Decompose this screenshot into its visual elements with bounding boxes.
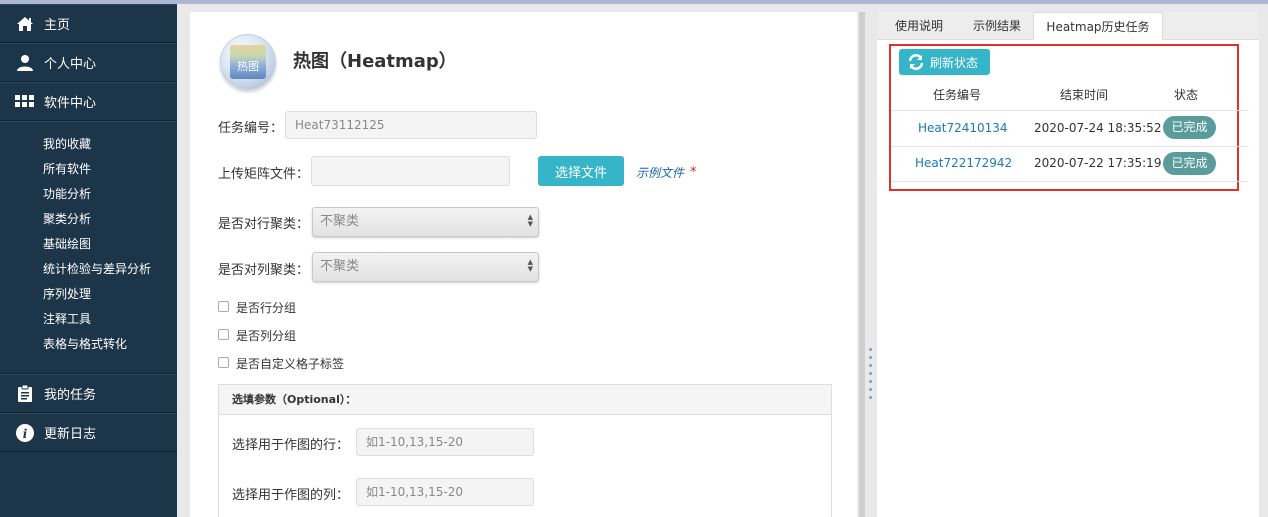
sidebar-subitem[interactable]: 所有软件 [0,157,177,182]
software-submenu: 我的收藏 所有软件 功能分析 聚类分析 基础绘图 统计检验与差异分析 序列处理 … [0,121,177,374]
sidebar-subitem[interactable]: 序列处理 [0,282,177,307]
sidebar-item-personal[interactable]: 个人中心 [0,43,177,82]
end-time: 2020-07-22 17:35:19 [1034,156,1162,170]
col-cluster-select[interactable]: 不聚类 ▲ ▼ [312,252,539,282]
sidebar-item-label: 个人中心 [44,57,97,72]
page-title: 热图（Heatmap） [293,51,457,72]
required-mark: * [690,165,697,180]
status-badge: 已完成 [1163,116,1216,139]
col-cluster-value: 不聚类 [320,259,360,274]
row-divider [891,181,1247,182]
clipboard-icon [15,384,35,404]
refresh-status-button[interactable]: 刷新状态 [899,49,990,75]
tab-instructions[interactable]: 使用说明 [889,12,949,40]
tab-bar: 使用说明 示例结果 Heatmap历史任务 [877,12,1259,40]
row-cluster-select[interactable]: 不聚类 ▲ ▼ [312,207,539,237]
row-divider [891,110,1247,111]
panel-splitter[interactable] [859,12,865,517]
rows-label: 选择用于作图的行： [232,438,350,453]
header-status: 状态 [1174,88,1199,102]
custom-label-label: 是否自定义格子标签 [236,357,345,371]
grid-icon [15,92,35,112]
sidebar-subitem[interactable]: 统计检验与差异分析 [0,257,177,282]
task-id-link[interactable]: Heat722172942 [915,156,1012,170]
example-file-link[interactable]: 示例文件 [636,164,684,181]
logo-text: 热图 [230,45,266,79]
sidebar-subitem[interactable]: 表格与格式转化 [0,332,177,357]
row-cluster-label: 是否对行聚类： [218,217,310,232]
row-group-checkbox[interactable] [218,301,229,312]
rows-input[interactable]: 如1-10,13,15-20 [356,428,534,456]
select-arrows-icon: ▲ ▼ [527,213,533,228]
sidebar-item-label: 我的任务 [44,388,97,403]
heatmap-form-panel: 热图 热图（Heatmap） 任务编号： Heat73112125 上传矩阵文件… [190,12,857,517]
sidebar-item-software[interactable]: 软件中心 [0,82,177,121]
status-badge: 已完成 [1163,152,1216,175]
upload-label: 上传矩阵文件： [218,167,310,182]
col-group-checkbox[interactable] [218,329,229,340]
file-path-field[interactable] [311,156,510,186]
task-id-field[interactable]: Heat73112125 [285,111,537,139]
select-arrows-icon: ▲ ▼ [527,258,533,273]
choose-file-button[interactable]: 选择文件 [538,156,624,186]
top-accent-line [0,0,1268,4]
cols-input[interactable]: 如1-10,13,15-20 [356,478,534,506]
header-task-id: 任务编号 [933,88,982,102]
optional-params-title: 选填参数（Optional）： [219,385,831,415]
row-group-label: 是否行分组 [236,301,297,315]
sidebar-subitem[interactable]: 功能分析 [0,182,177,207]
tab-example-results[interactable]: 示例结果 [966,12,1028,40]
refresh-label: 刷新状态 [930,55,979,70]
sidebar-subitem[interactable]: 聚类分析 [0,207,177,232]
user-icon [15,53,35,73]
col-group-label: 是否列分组 [236,329,297,343]
sidebar: 主页 个人中心 软件中心 我的收藏 所有软件 功能分析 聚类分析 基础绘图 统计… [0,4,177,517]
task-id-label: 任务编号： [218,121,284,136]
refresh-icon [907,53,925,71]
sidebar-subitem[interactable]: 基础绘图 [0,232,177,257]
sidebar-subitem[interactable]: 注释工具 [0,307,177,332]
row-divider [891,146,1247,147]
info-icon: i [15,423,35,443]
sidebar-item-label: 更新日志 [44,427,97,442]
cols-label: 选择用于作图的列： [232,488,350,503]
tab-history[interactable]: Heatmap历史任务 [1033,12,1163,40]
home-icon [15,14,35,34]
row-cluster-value: 不聚类 [320,214,360,229]
sidebar-item-home[interactable]: 主页 [0,4,177,43]
header-end-time: 结束时间 [1060,88,1109,102]
svg-text:i: i [23,427,28,441]
sidebar-item-label: 软件中心 [44,96,97,111]
task-id-link[interactable]: Heat72410134 [918,121,1008,135]
heatmap-logo: 热图 [220,34,276,90]
col-cluster-label: 是否对列聚类： [218,263,310,278]
sidebar-subitem[interactable]: 我的收藏 [0,132,177,157]
splitter-handle-icon[interactable] [869,348,873,404]
end-time: 2020-07-24 18:35:52 [1034,121,1162,135]
sidebar-item-changelog[interactable]: i 更新日志 [0,413,177,452]
sidebar-item-my-tasks[interactable]: 我的任务 [0,374,177,413]
custom-label-checkbox[interactable] [218,357,229,368]
sidebar-item-label: 主页 [44,18,71,33]
